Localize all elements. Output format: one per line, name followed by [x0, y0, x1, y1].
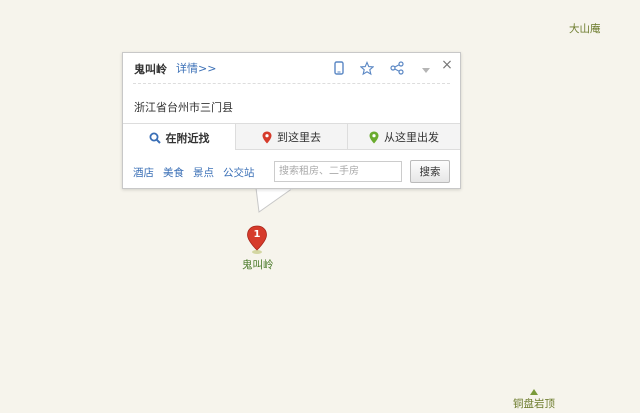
search-button[interactable]: 搜索 — [410, 160, 450, 183]
popup-pointer — [255, 187, 295, 217]
mountain-peak-icon — [530, 385, 538, 398]
red-pin-icon — [262, 131, 272, 144]
map-label-tongpanyanding[interactable]: 铜盘岩顶 — [513, 396, 555, 411]
header-divider — [133, 83, 450, 84]
star-icon[interactable] — [360, 60, 374, 75]
nearby-search-input[interactable] — [274, 161, 402, 182]
tab-route-from[interactable]: 从这里出发 — [348, 124, 460, 150]
map-marker[interactable]: 1 — [246, 225, 268, 255]
tab-label: 从这里出发 — [384, 131, 439, 144]
action-tabs: 在附近找 到这里去 从这里出发 — [123, 123, 460, 151]
info-popup: 鬼叫岭 详情>> × 浙江省台州市三门县 在附近找 到这里去 从这里出发 酒店 … — [122, 52, 461, 189]
marker-number: 1 — [253, 229, 261, 240]
marker-label[interactable]: 鬼叫岭 — [242, 257, 274, 272]
tab-route-to[interactable]: 到这里去 — [236, 124, 347, 150]
dropdown-icon[interactable] — [419, 63, 433, 77]
category-food[interactable]: 美食 — [163, 165, 184, 180]
poi-address: 浙江省台州市三门县 — [134, 101, 233, 114]
category-hotel[interactable]: 酒店 — [133, 165, 154, 180]
popup-header: 鬼叫岭 详情>> × — [123, 53, 460, 83]
poi-title: 鬼叫岭 — [134, 63, 167, 76]
tab-label: 到这里去 — [277, 131, 321, 144]
mobile-icon[interactable] — [332, 61, 346, 75]
search-icon — [149, 132, 161, 144]
map-label-dashanan[interactable]: 大山庵 — [569, 21, 601, 36]
close-icon[interactable]: × — [440, 57, 454, 73]
category-attractions[interactable]: 景点 — [193, 165, 214, 180]
detail-link[interactable]: 详情>> — [176, 60, 216, 76]
share-icon[interactable] — [390, 61, 404, 75]
green-pin-icon — [369, 131, 379, 144]
tab-label: 在附近找 — [165, 131, 210, 145]
tab-nearby-search[interactable]: 在附近找 — [123, 124, 235, 151]
category-bus-stop[interactable]: 公交站 — [223, 165, 255, 180]
